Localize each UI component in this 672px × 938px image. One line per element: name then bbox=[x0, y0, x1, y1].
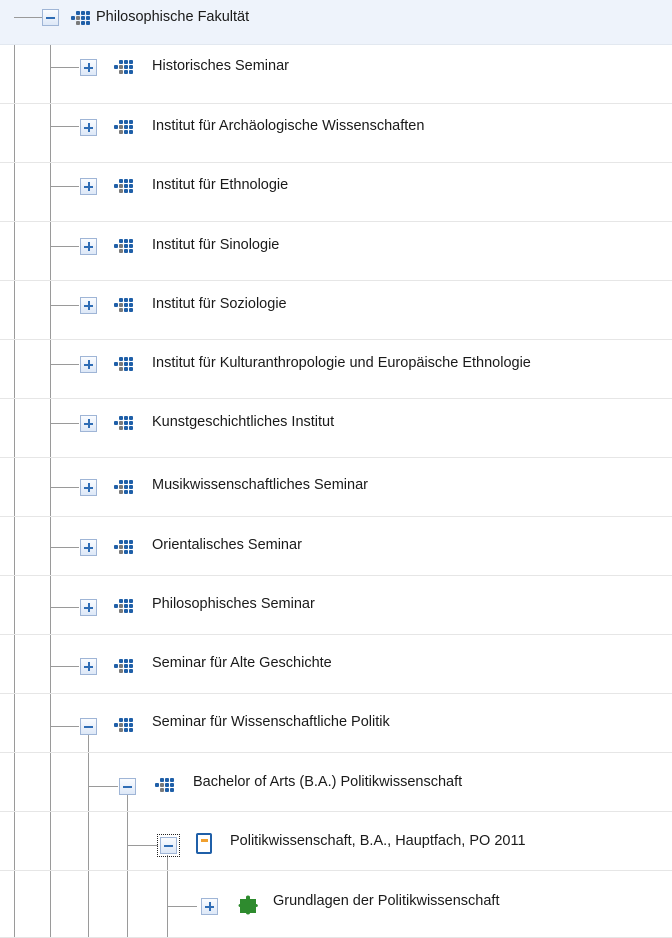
study-program-icon bbox=[196, 833, 212, 854]
tree-node-seminar-alte-geschichte[interactable]: Seminar für Alte Geschichte bbox=[0, 635, 672, 694]
organization-icon bbox=[114, 599, 133, 613]
collapse-toggle[interactable] bbox=[80, 718, 97, 735]
tree-node-label[interactable]: Philosophische Fakultät bbox=[96, 9, 249, 25]
expand-toggle[interactable] bbox=[80, 356, 97, 373]
organization-icon bbox=[114, 120, 133, 134]
expand-toggle[interactable] bbox=[80, 658, 97, 675]
organization-icon bbox=[114, 659, 133, 673]
tree-node-musikwissenschaftliches-seminar[interactable]: Musikwissenschaftliches Seminar bbox=[0, 458, 672, 517]
collapse-toggle[interactable] bbox=[42, 9, 59, 26]
tree-node-ethnologie[interactable]: Institut für Ethnologie bbox=[0, 163, 672, 222]
tree-node-label[interactable]: Seminar für Wissenschaftliche Politik bbox=[152, 714, 390, 730]
tree-node-label[interactable]: Grundlagen der Politikwissenschaft bbox=[273, 893, 499, 909]
tree-node-sinologie[interactable]: Institut für Sinologie bbox=[0, 222, 672, 281]
tree-node-label[interactable]: Bachelor of Arts (B.A.) Politikwissensch… bbox=[193, 774, 462, 790]
organization-icon bbox=[114, 540, 133, 554]
tree-node-label[interactable]: Philosophisches Seminar bbox=[152, 596, 315, 612]
tree-node-soziologie[interactable]: Institut für Soziologie bbox=[0, 281, 672, 340]
tree-node-label[interactable]: Musikwissenschaftliches Seminar bbox=[152, 477, 368, 493]
tree-node-philosophische-fakultaet[interactable]: Philosophische Fakultät bbox=[0, 0, 672, 45]
tree-node-label[interactable]: Orientalisches Seminar bbox=[152, 537, 302, 553]
tree-node-label[interactable]: Institut für Ethnologie bbox=[152, 177, 288, 193]
organization-icon bbox=[114, 416, 133, 430]
tree-node-label[interactable]: Institut für Archäologische Wissenschaft… bbox=[152, 118, 424, 134]
expand-toggle[interactable] bbox=[80, 297, 97, 314]
tree-node-archaeologische-wissenschaften[interactable]: Institut für Archäologische Wissenschaft… bbox=[0, 104, 672, 163]
organization-icon bbox=[155, 778, 174, 792]
organization-icon bbox=[114, 298, 133, 312]
tree-node-bachelor-politikwissenschaft[interactable]: Bachelor of Arts (B.A.) Politikwissensch… bbox=[0, 753, 672, 812]
tree-node-label[interactable]: Kunstgeschichtliches Institut bbox=[152, 414, 334, 430]
tree-node-historisches-seminar[interactable]: Historisches Seminar bbox=[0, 45, 672, 104]
tree-node-philosophisches-seminar[interactable]: Philosophisches Seminar bbox=[0, 576, 672, 635]
tree-node-kunstgeschichtliches-institut[interactable]: Kunstgeschichtliches Institut bbox=[0, 399, 672, 458]
organization-icon bbox=[114, 357, 133, 371]
expand-toggle[interactable] bbox=[80, 479, 97, 496]
organization-icon bbox=[114, 179, 133, 193]
expand-toggle[interactable] bbox=[80, 119, 97, 136]
expand-toggle[interactable] bbox=[80, 59, 97, 76]
navigation-tree: Philosophische Fakultät Historisches Sem… bbox=[0, 0, 672, 938]
tree-node-grundlagen-politikwissenschaft[interactable]: Grundlagen der Politikwissenschaft bbox=[0, 871, 672, 938]
tree-node-kulturanthropologie[interactable]: Institut für Kulturanthropologie und Eur… bbox=[0, 340, 672, 399]
tree-node-politikwissenschaft-ba-hauptfach[interactable]: Politikwissenschaft, B.A., Hauptfach, PO… bbox=[0, 812, 672, 871]
organization-icon bbox=[71, 11, 90, 25]
module-puzzle-icon bbox=[238, 895, 260, 917]
tree-node-label[interactable]: Institut für Kulturanthropologie und Eur… bbox=[152, 355, 531, 371]
tree-node-label[interactable]: Historisches Seminar bbox=[152, 58, 289, 74]
expand-toggle[interactable] bbox=[80, 238, 97, 255]
collapse-toggle[interactable] bbox=[119, 778, 136, 795]
expand-toggle[interactable] bbox=[80, 178, 97, 195]
expand-toggle[interactable] bbox=[201, 898, 218, 915]
tree-node-label[interactable]: Institut für Sinologie bbox=[152, 237, 279, 253]
collapse-toggle[interactable] bbox=[157, 834, 180, 857]
tree-node-label[interactable]: Politikwissenschaft, B.A., Hauptfach, PO… bbox=[230, 833, 526, 849]
expand-toggle[interactable] bbox=[80, 539, 97, 556]
tree-node-seminar-wissenschaftliche-politik[interactable]: Seminar für Wissenschaftliche Politik bbox=[0, 694, 672, 753]
tree-node-label[interactable]: Seminar für Alte Geschichte bbox=[152, 655, 332, 671]
tree-node-orientalisches-seminar[interactable]: Orientalisches Seminar bbox=[0, 517, 672, 576]
organization-icon bbox=[114, 60, 133, 74]
organization-icon bbox=[114, 239, 133, 253]
organization-icon bbox=[114, 480, 133, 494]
expand-toggle[interactable] bbox=[80, 599, 97, 616]
tree-node-label[interactable]: Institut für Soziologie bbox=[152, 296, 287, 312]
expand-toggle[interactable] bbox=[80, 415, 97, 432]
organization-icon bbox=[114, 718, 133, 732]
